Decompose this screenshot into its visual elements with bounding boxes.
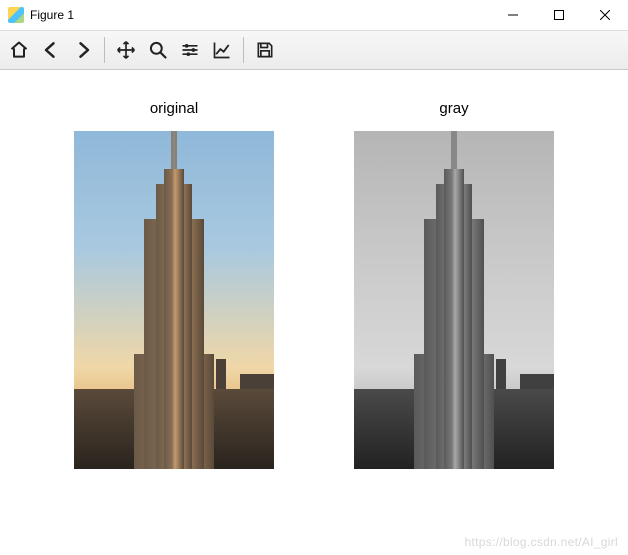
close-button[interactable] bbox=[582, 0, 628, 30]
edit-axes-button[interactable] bbox=[207, 35, 237, 65]
minimize-button[interactable] bbox=[490, 0, 536, 30]
sliders-icon bbox=[180, 40, 200, 60]
image-gray bbox=[354, 131, 554, 469]
home-button[interactable] bbox=[4, 35, 34, 65]
zoom-button[interactable] bbox=[143, 35, 173, 65]
close-icon bbox=[600, 10, 610, 20]
toolbar-separator bbox=[104, 37, 105, 63]
back-button[interactable] bbox=[36, 35, 66, 65]
home-icon bbox=[9, 40, 29, 60]
move-icon bbox=[116, 40, 136, 60]
watermark-text: https://blog.csdn.net/AI_girl bbox=[465, 535, 618, 549]
toolbar-separator bbox=[243, 37, 244, 63]
subplot-original: original bbox=[74, 100, 274, 469]
maximize-icon bbox=[554, 10, 564, 20]
image-original bbox=[74, 131, 274, 469]
zoom-icon bbox=[148, 40, 168, 60]
arrow-right-icon bbox=[73, 40, 93, 60]
save-button[interactable] bbox=[250, 35, 280, 65]
subplot-title-gray: gray bbox=[439, 100, 468, 117]
subplot-gray: gray bbox=[354, 100, 554, 469]
chart-icon bbox=[212, 40, 232, 60]
subplot-title-original: original bbox=[150, 100, 198, 117]
maximize-button[interactable] bbox=[536, 0, 582, 30]
arrow-left-icon bbox=[41, 40, 61, 60]
minimize-icon bbox=[508, 10, 518, 20]
app-icon bbox=[8, 7, 24, 23]
figure-toolbar bbox=[0, 31, 628, 70]
forward-button[interactable] bbox=[68, 35, 98, 65]
window-titlebar: Figure 1 bbox=[0, 0, 628, 31]
window-title: Figure 1 bbox=[30, 8, 74, 22]
pan-button[interactable] bbox=[111, 35, 141, 65]
save-icon bbox=[255, 40, 275, 60]
configure-subplots-button[interactable] bbox=[175, 35, 205, 65]
figure-canvas[interactable]: original gr bbox=[0, 70, 628, 469]
